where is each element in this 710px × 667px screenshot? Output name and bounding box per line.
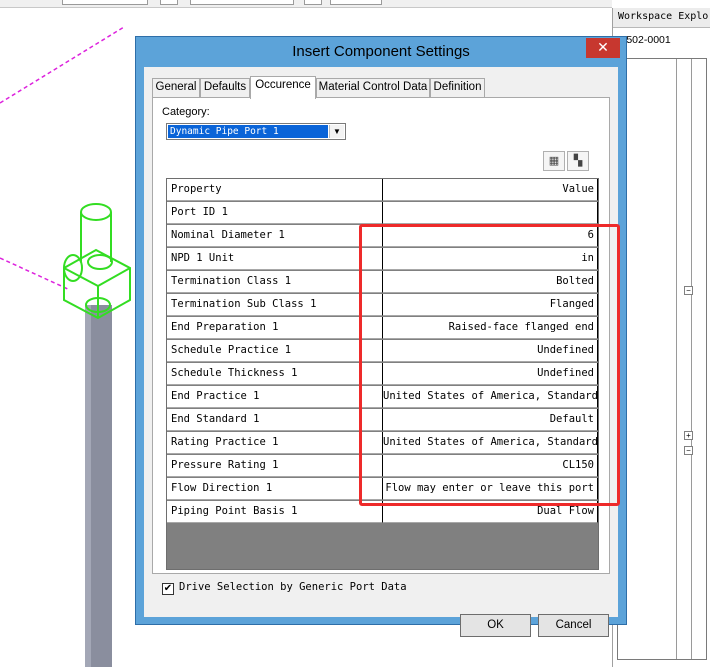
property-row[interactable]: Termination Sub Class 1 Flanged (167, 294, 598, 317)
property-row[interactable]: End Standard 1 Default (167, 409, 598, 432)
property-name-cell: NPD 1 Unit (167, 248, 383, 270)
property-name-cell: Schedule Thickness 1 (167, 363, 383, 385)
insert-component-settings-dialog: Insert Component Settings ✕ General Defa… (135, 36, 627, 637)
tab-general[interactable]: General (152, 78, 200, 98)
property-value-cell[interactable]: Dual Flow (383, 501, 598, 523)
property-row[interactable]: Pressure Rating 1 CL150 (167, 455, 598, 478)
property-row[interactable]: Port ID 1 (167, 202, 598, 225)
property-row[interactable]: End Preparation 1 Raised-face flanged end (167, 317, 598, 340)
ok-button[interactable]: OK (460, 614, 531, 637)
property-name-cell: Termination Class 1 (167, 271, 383, 293)
property-name-cell: End Practice 1 (167, 386, 383, 408)
property-name-cell: End Preparation 1 (167, 317, 383, 339)
dialog-client: General Defaults Occurence Material Cont… (144, 67, 618, 637)
pipe-component-button[interactable]: ▚ (567, 151, 589, 171)
tab-occurence[interactable]: Occurence (250, 76, 316, 99)
property-value-cell[interactable]: Raised-face flanged end (383, 317, 598, 339)
property-value-cell[interactable]: United States of America, Standards (383, 432, 598, 454)
property-row[interactable]: NPD 1 Unit in (167, 248, 598, 271)
property-name-cell: Piping Point Basis 1 (167, 501, 383, 523)
property-value-cell[interactable]: Bolted (383, 271, 598, 293)
category-label: Category: (162, 106, 210, 118)
close-button[interactable]: ✕ (586, 38, 620, 58)
drive-selection-checkbox[interactable]: ✔ (162, 583, 174, 595)
property-value-cell[interactable]: Flanged (383, 294, 598, 316)
property-value-cell[interactable]: United States of America, Standards (383, 386, 598, 408)
property-row[interactable]: Nominal Diameter 16 (167, 225, 598, 248)
property-value-cell[interactable]: Undefined (383, 363, 598, 385)
tab-defaults[interactable]: Defaults (200, 78, 250, 98)
property-value-cell[interactable]: in (383, 248, 598, 270)
pipe-fitting-wireframe (63, 203, 131, 320)
pipe-highlight (85, 305, 91, 667)
drive-selection-label: Drive Selection by Generic Port Data (179, 581, 407, 593)
property-name-cell: Nominal Diameter 1 (167, 225, 383, 247)
properties-grid-icon: ▦ (548, 155, 560, 167)
value-column-header: Value (383, 179, 598, 201)
tree-expand-icon[interactable]: + (684, 431, 693, 440)
pipe-component-icon: ▚ (573, 155, 583, 167)
guide-line (0, 26, 125, 104)
property-name-cell: Rating Practice 1 (167, 432, 383, 454)
property-grid: Property Value Port ID 1 Nominal Diameter… (166, 178, 599, 570)
cancel-button[interactable]: Cancel (538, 614, 609, 637)
dialog-title: Insert Component Settings (292, 43, 470, 60)
tree-collapse-icon[interactable]: − (684, 446, 693, 455)
tab-definition[interactable]: Definition (430, 78, 485, 98)
tree-divider (691, 59, 692, 659)
dialog-titlebar[interactable]: Insert Component Settings ✕ (136, 37, 626, 67)
category-selected-value: Dynamic Pipe Port 1 (168, 125, 328, 138)
property-row[interactable]: Flow Direction 1 Flow may enter or leave … (167, 478, 598, 501)
close-icon: ✕ (597, 39, 609, 55)
property-name-cell: Pressure Rating 1 (167, 455, 383, 477)
guide-line (0, 257, 71, 291)
property-row[interactable]: Piping Point Basis 1 Dual Flow (167, 501, 598, 524)
property-value-cell[interactable] (383, 202, 598, 224)
property-value-cell[interactable]: Default (383, 409, 598, 431)
properties-grid-button[interactable]: ▦ (543, 151, 565, 171)
grid-header-row: Property Value (167, 179, 598, 202)
property-row[interactable]: Schedule Practice 1 Undefined (167, 340, 598, 363)
property-column-header: Property (167, 179, 383, 201)
property-name-cell: Flow Direction 1 (167, 478, 383, 500)
chevron-down-icon[interactable]: ▼ (329, 125, 344, 138)
property-name-cell: Schedule Practice 1 (167, 340, 383, 362)
property-row[interactable]: Schedule Thickness 1 Undefined (167, 363, 598, 386)
property-row[interactable]: Rating Practice 1 United States of Americ… (167, 432, 598, 455)
property-value-cell[interactable]: 6 (383, 225, 598, 247)
category-dropdown[interactable]: Dynamic Pipe Port 1 ▼ (166, 123, 346, 140)
property-row[interactable]: Termination Class 1 Bolted (167, 271, 598, 294)
explorer-tree[interactable]: − + − (617, 58, 707, 660)
workspace-explorer-title: Workspace Explo (613, 8, 710, 28)
tree-divider (676, 59, 677, 659)
occurence-tab-panel: Category: Dynamic Pipe Port 1 ▼ ▦ ▚ Prop… (152, 97, 610, 574)
property-value-cell[interactable]: Flow may enter or leave this port (383, 478, 598, 500)
property-row[interactable]: End Practice 1 United States of America, … (167, 386, 598, 409)
property-name-cell: Termination Sub Class 1 (167, 294, 383, 316)
property-name-cell: Port ID 1 (167, 202, 383, 224)
property-value-cell[interactable]: CL150 (383, 455, 598, 477)
property-value-cell[interactable]: Undefined (383, 340, 598, 362)
tree-collapse-icon[interactable]: − (684, 286, 693, 295)
property-name-cell: End Standard 1 (167, 409, 383, 431)
tab-material-control-data[interactable]: Material Control Data (316, 78, 430, 98)
